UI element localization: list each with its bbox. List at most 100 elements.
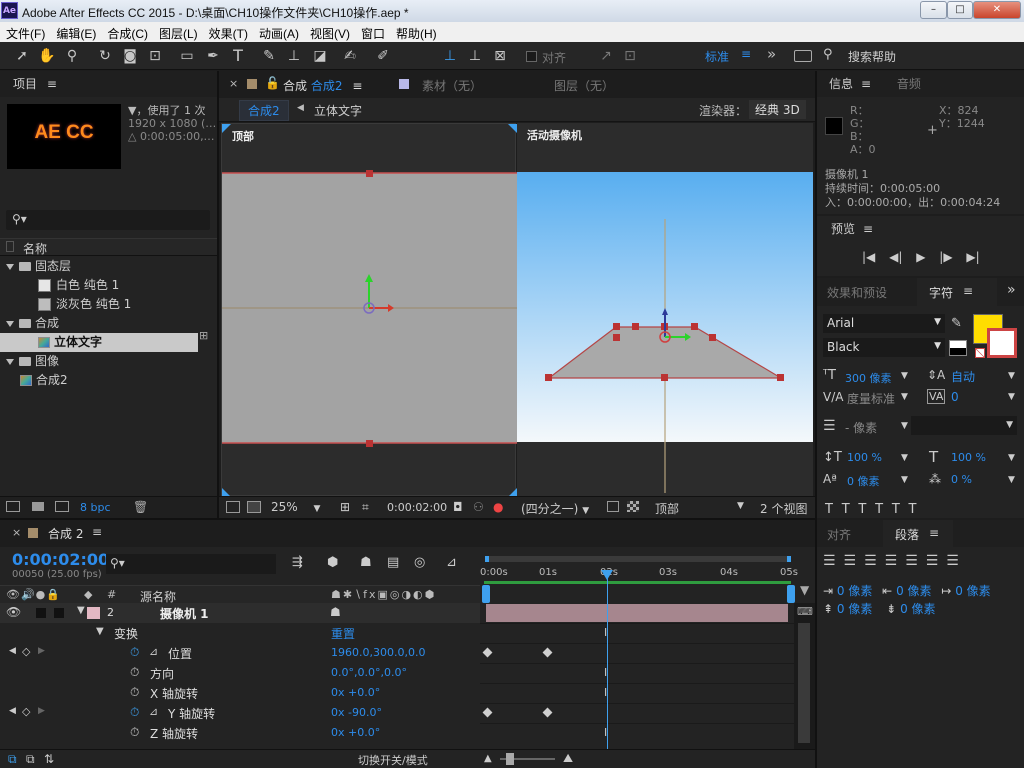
chevron-down-icon[interactable]: ▼	[1008, 453, 1015, 463]
lock-icon[interactable]: 🔓	[265, 76, 280, 90]
help-search-input[interactable]: 搜索帮助	[848, 48, 896, 65]
keyboard-icon[interactable]	[794, 50, 812, 62]
property-value[interactable]: 1960.0,300.0,0.0	[331, 646, 425, 659]
minimize-button[interactable]: –	[920, 1, 947, 19]
property-row[interactable]: ◀ ◇ ▶ ⏱ ⊿ Y 轴旋转 0x -90.0°	[0, 703, 480, 723]
region-of-interest-icon[interactable]	[607, 501, 619, 512]
roto-brush-tool-icon[interactable]: ✍	[340, 46, 360, 66]
current-timecode[interactable]: 0:00:02:00	[12, 550, 109, 569]
tab-footage[interactable]: 素材（无）	[422, 77, 482, 94]
local-axis-icon[interactable]: ⊥	[440, 46, 460, 66]
list-item-gray-solid[interactable]: 淡灰色 纯色 1	[0, 295, 200, 314]
layer-name[interactable]: 摄像机 1	[160, 605, 209, 622]
zoom-select[interactable]: 25% ▼	[271, 500, 320, 514]
property-value[interactable]: 0.0°,0.0°,0.0°	[331, 666, 407, 679]
trash-icon[interactable]: 🗑	[133, 500, 148, 514]
expand-triangle-icon[interactable]	[6, 263, 14, 270]
transparency-grid-icon[interactable]	[627, 501, 639, 512]
channel-icon[interactable]: ●	[493, 500, 503, 514]
keyframe[interactable]	[542, 707, 553, 718]
chevron-down-icon[interactable]: ▼	[901, 392, 908, 402]
text-style-buttons[interactable]: TTTTTT	[825, 502, 926, 517]
world-axis-icon[interactable]: ⊥	[465, 46, 485, 66]
tsume-value[interactable]: 0 %	[951, 473, 972, 486]
tab-paragraph[interactable]: 段落	[895, 526, 919, 543]
graph-editor-icon[interactable]: ⊿	[446, 555, 457, 570]
eraser-tool-icon[interactable]: ◪	[310, 46, 330, 66]
chevron-down-icon[interactable]: ▼	[1008, 371, 1015, 381]
mask-visibility-icon[interactable]: ⌗	[362, 500, 369, 515]
zoom-in-icon[interactable]: ⛰	[563, 751, 573, 766]
snapshot-icon[interactable]: ◘	[453, 500, 463, 514]
chevron-down-icon[interactable]: ▼	[901, 475, 908, 485]
work-area-navigator[interactable]	[485, 556, 791, 562]
font-style-select[interactable]: Black ▼	[823, 338, 945, 357]
stroke-width-value[interactable]: - 像素	[845, 419, 877, 436]
leading-value[interactable]: 自动	[951, 368, 975, 385]
tab-character[interactable]: 字符	[929, 284, 953, 301]
chevron-down-icon[interactable]: ▼	[737, 501, 744, 511]
renderer-select[interactable]: 经典 3D	[749, 100, 806, 119]
motion-blur-icon[interactable]: ◎	[414, 555, 425, 570]
snap-edge-icon[interactable]: ↗	[596, 46, 616, 66]
next-keyframe-icon[interactable]: ▶	[38, 646, 45, 656]
expand-triangle-icon[interactable]	[6, 320, 14, 327]
workspace-menu-icon[interactable]: ≡	[741, 47, 751, 61]
keyframe[interactable]	[482, 647, 493, 658]
zoom-slider-thumb[interactable]	[506, 753, 514, 765]
brush-tool-icon[interactable]: ✎	[259, 46, 279, 66]
tracking-value[interactable]: 0	[951, 390, 959, 404]
stopwatch-icon[interactable]: ⏱	[130, 705, 139, 720]
list-item-comp-folder[interactable]: 合成	[0, 314, 200, 333]
visibility-eye-icon[interactable]: 👁	[6, 605, 21, 619]
next-keyframe-icon[interactable]: ▶	[38, 706, 45, 716]
separator[interactable]	[217, 71, 219, 518]
space-before-value[interactable]: 0 像素	[837, 602, 872, 616]
list-item-solids-folder[interactable]: 固态层	[0, 257, 200, 276]
panel-menu-icon[interactable]: ≡	[47, 77, 57, 91]
breadcrumb-3d-text[interactable]: 立体文字	[314, 102, 362, 119]
add-keyframe-icon[interactable]: ◇	[22, 645, 30, 658]
alignment-buttons[interactable]: ☰☰☰☰☰☰☰	[823, 553, 967, 569]
menu-edit[interactable]: 编辑(E)	[50, 22, 101, 42]
chevron-down-icon[interactable]: ▼	[1008, 392, 1015, 402]
more-workspaces-icon[interactable]: »	[767, 45, 776, 63]
group-expand-triangle-icon[interactable]: ▼	[96, 626, 104, 637]
tab-effects-presets[interactable]: 效果和预设	[827, 284, 887, 301]
property-value[interactable]: 0x +0.0°	[331, 726, 380, 739]
space-after-value[interactable]: 0 像素	[900, 602, 935, 616]
chevron-down-icon[interactable]: ▼	[901, 453, 908, 463]
indent-left-value[interactable]: 0 像素	[837, 584, 872, 598]
stroke-style-select[interactable]: ▼	[911, 416, 1017, 435]
name-column-header[interactable]: 名称	[23, 240, 47, 257]
snap-checkbox[interactable]	[526, 51, 537, 62]
work-area-end-handle[interactable]	[787, 585, 795, 603]
work-area-bar[interactable]	[484, 581, 791, 584]
close-button[interactable]: ✕	[973, 1, 1021, 19]
flowchart-icon[interactable]: ⊞	[199, 329, 212, 342]
list-item-white-solid[interactable]: 白色 纯色 1	[0, 276, 200, 295]
property-value[interactable]: 0x +0.0°	[331, 686, 380, 699]
view-layout-select[interactable]: 2 个视图	[760, 500, 807, 517]
timeline-search-input[interactable]: ⚲▾	[106, 554, 276, 574]
property-row[interactable]: ◀ ◇ ▶ ⏱ ⊿ 位置 1960.0,300.0,0.0	[0, 643, 480, 663]
comp-marker-bin-icon[interactable]: ▼	[800, 583, 809, 597]
parent-link-icon[interactable]: ⌨	[797, 605, 813, 618]
font-family-select[interactable]: Arial ▼	[823, 314, 945, 333]
play-icon[interactable]: ▶	[916, 250, 925, 264]
rectangle-tool-icon[interactable]: ▭	[177, 46, 197, 66]
stroke-color-swatch[interactable]	[987, 328, 1017, 358]
keyframe[interactable]	[542, 647, 553, 658]
viewport-top[interactable]: 顶部	[221, 123, 517, 497]
shy-icon[interactable]: ☗	[360, 555, 372, 570]
preview-menu-icon[interactable]: ≡	[863, 222, 873, 236]
list-item-comp2[interactable]: 合成2	[0, 371, 200, 390]
new-folder-icon[interactable]	[32, 502, 44, 511]
lock-switch[interactable]	[54, 608, 64, 618]
baseline-shift-value[interactable]: 0 像素	[847, 473, 880, 489]
project-tab[interactable]: 项目 ≡	[0, 71, 217, 97]
frame-blending-icon[interactable]: ▤	[387, 555, 399, 570]
work-area-start-handle[interactable]	[482, 585, 490, 603]
transform-group-row[interactable]: ▼ 变换 重置	[0, 623, 480, 643]
stopwatch-icon[interactable]: ⏱	[130, 645, 139, 660]
